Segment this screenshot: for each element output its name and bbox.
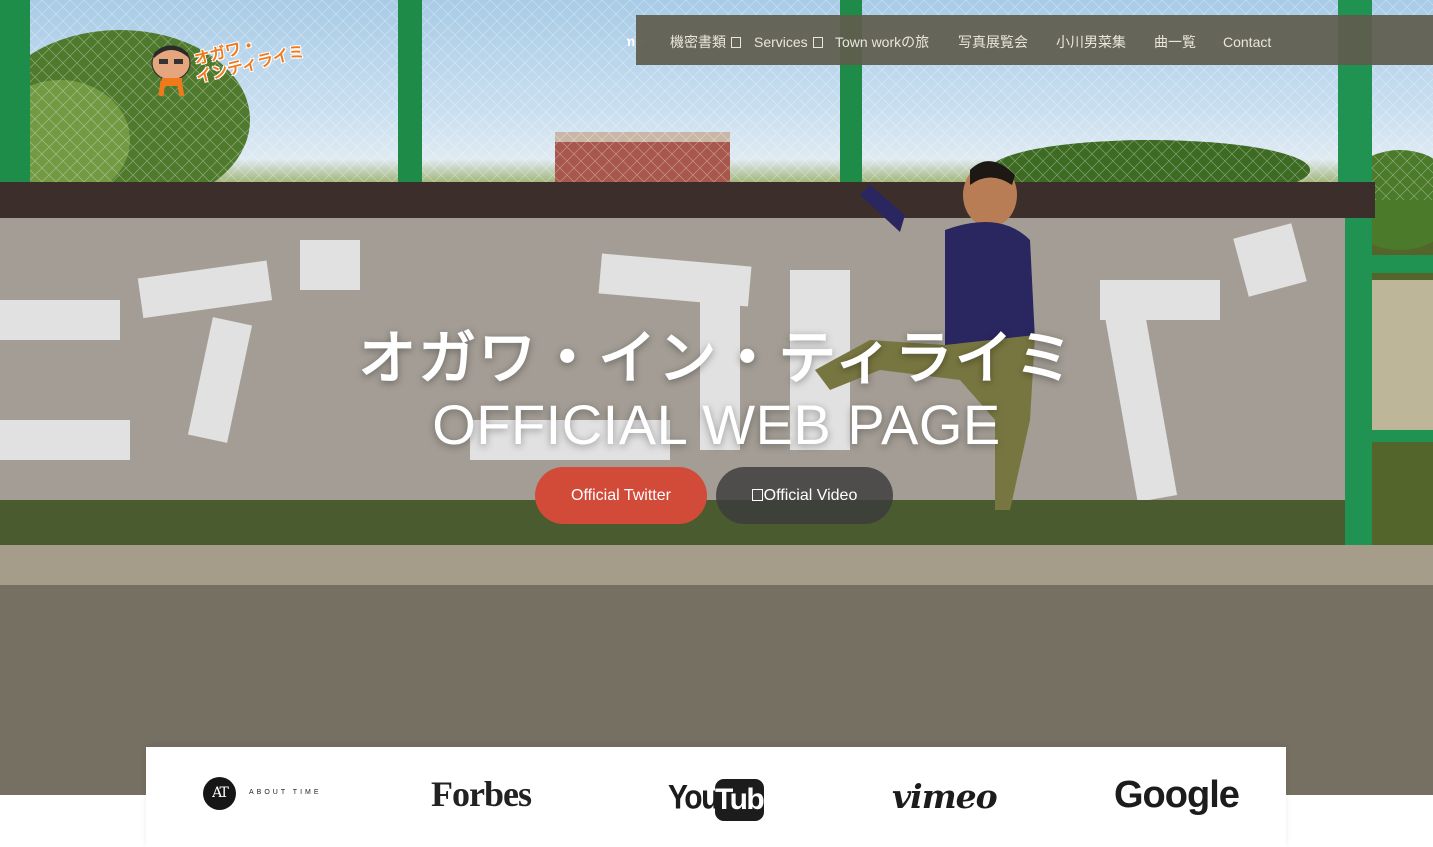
partner-logos-strip: AT ABOUT TIME Forbes You Tube vimeo Goog… — [146, 747, 1286, 847]
hero-title-english: OFFICIAL WEB PAGE — [432, 393, 1001, 456]
nav-item-photo-exhibition[interactable]: 写真展覧会 — [958, 15, 1028, 65]
official-video-button[interactable]: Official Video — [716, 467, 893, 524]
google-logo: Google — [1114, 774, 1240, 816]
nav-item-song-list[interactable]: 曲一覧 — [1154, 15, 1196, 65]
official-twitter-button[interactable]: Official Twitter — [535, 467, 707, 524]
nav-item-services[interactable]: Services — [754, 15, 823, 65]
nav-item-label: 写真展覧会 — [958, 34, 1028, 50]
nav-item-confidential-docs[interactable]: 機密書類 — [670, 15, 741, 65]
nav-item-label: Services — [754, 34, 808, 50]
official-twitter-label: Official Twitter — [571, 487, 671, 504]
nav-item-label: 曲一覧 — [1154, 34, 1196, 50]
hero-section: オガワ・ インティライミ オガワ・イン・ティライミ OFFICIAL WEB P… — [0, 0, 1433, 795]
youtube-logo-you: You — [668, 778, 719, 817]
nav-item-label: 小川男菜集 — [1056, 34, 1126, 50]
nav-item-label: 機密書類 — [670, 34, 726, 50]
dropdown-icon — [812, 37, 823, 48]
hero-title-japanese: オガワ・イン・ティライミ — [358, 326, 1075, 391]
about-time-logo-text: ABOUT TIME — [249, 789, 322, 796]
video-placeholder-icon — [751, 489, 763, 501]
nav-item-collection[interactable]: 小川男菜集 — [1056, 15, 1126, 65]
dropdown-icon — [731, 37, 741, 48]
nav-item-contact[interactable]: Contact — [1223, 15, 1271, 65]
site-logo[interactable]: オガワ・ インティライミ — [148, 36, 306, 100]
youtube-logo-tube: Tube — [715, 779, 780, 821]
nav-item-town-work[interactable]: Town workの旅 — [835, 15, 929, 65]
forbes-logo: Forbes — [431, 774, 532, 814]
official-video-label: Official Video — [763, 487, 858, 504]
vimeo-logo: vimeo — [892, 777, 998, 816]
about-time-logo-icon: AT — [203, 777, 236, 810]
main-navbar: 機密書類 Services Town workの旅 写真展覧会 小川男菜集 曲一… — [636, 15, 1433, 65]
nav-item-label: Contact — [1223, 34, 1272, 50]
nav-item-label: Town workの旅 — [835, 34, 930, 50]
